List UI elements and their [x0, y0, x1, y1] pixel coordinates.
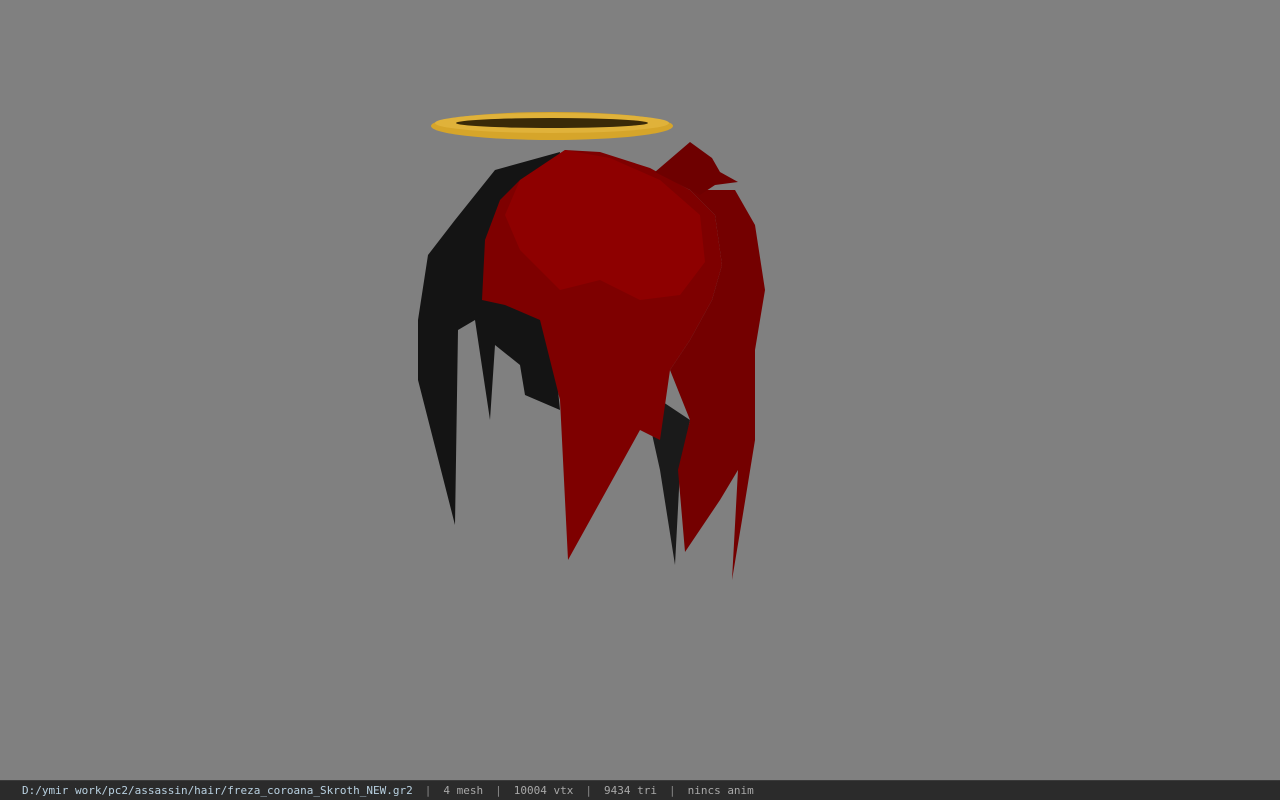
- animation-status: nincs anim: [687, 784, 754, 797]
- vertex-count: 10004 vtx: [513, 784, 574, 797]
- separator: |: [495, 784, 502, 797]
- separator: |: [668, 784, 676, 797]
- hair-model: [418, 142, 765, 580]
- halo-hole: [456, 118, 648, 128]
- triangle-count: 9434 tri: [603, 784, 657, 797]
- 3d-viewport[interactable]: [0, 0, 1280, 780]
- file-path: D:/ymir work/pc2/assassin/hair/freza_cor…: [22, 784, 413, 797]
- separator: |: [424, 784, 432, 797]
- separator: |: [585, 784, 592, 797]
- halo: [431, 112, 673, 140]
- status-bar: D:/ymir work/pc2/assassin/hair/freza_cor…: [0, 780, 1280, 800]
- mesh-count: 4 mesh: [443, 784, 484, 797]
- model-render: [418, 112, 765, 580]
